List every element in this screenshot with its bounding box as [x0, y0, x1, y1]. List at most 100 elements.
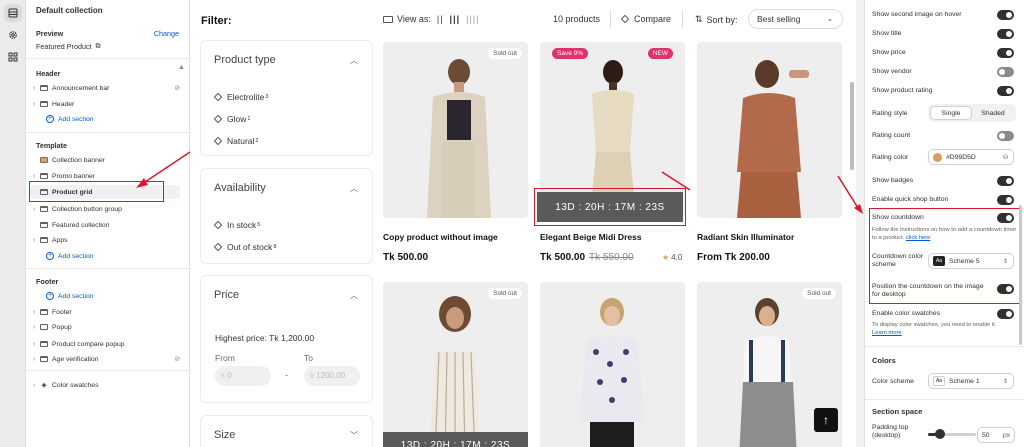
price-to-input[interactable]: ৳ 1200.00	[304, 366, 360, 386]
padding-slider-track[interactable]	[928, 429, 976, 439]
chevron-updown-icon: ⇕	[1002, 378, 1008, 385]
chevron-up-icon[interactable]: ︿	[350, 183, 358, 194]
view-2col-icon[interactable]: ||	[437, 14, 444, 24]
section-announcement-bar[interactable]: › Announcement bar ⊘	[30, 81, 180, 95]
preview-value[interactable]: Featured Product ⧉	[36, 42, 101, 51]
section-label: Product compare popup	[52, 340, 125, 348]
chevron-right-icon[interactable]: ›	[30, 206, 38, 213]
toggle-show-product-rating[interactable]	[997, 86, 1014, 96]
apps-icon[interactable]	[4, 48, 22, 66]
section-age-verification[interactable]: › Age verification ⊘	[30, 352, 180, 366]
add-section-label: Add section	[58, 292, 94, 300]
chevron-right-icon[interactable]: ›	[30, 382, 38, 389]
product-card-image[interactable]	[540, 282, 685, 447]
option-count: 2	[255, 138, 259, 144]
chevron-right-icon[interactable]: ›	[30, 85, 38, 92]
setting-label: Show second image on hover	[872, 11, 962, 18]
product-card-image[interactable]: Sold out	[383, 42, 528, 218]
toggle-show-title[interactable]	[997, 29, 1014, 39]
product-count: 10 products	[553, 14, 601, 24]
select-value: Scheme 1	[949, 377, 980, 385]
price-from-input[interactable]: ৳ 0	[215, 366, 271, 386]
chevron-right-icon[interactable]: ›	[30, 324, 38, 331]
section-apps[interactable]: › Apps	[30, 233, 180, 247]
filter-title-size[interactable]: Size	[214, 429, 235, 441]
rating-color-picker[interactable]: #D99D5D ⛁	[928, 149, 1014, 165]
setting-label: Enable quick shop button	[872, 196, 949, 203]
padding-top-input[interactable]: 50 px	[977, 427, 1015, 443]
compare-button[interactable]: Compare	[620, 14, 671, 24]
product-card-image[interactable]: Sold out	[383, 282, 528, 447]
filter-option-natural[interactable]: Natural 2	[213, 136, 259, 146]
section-color-swatches[interactable]: › ◈ Color swatches	[30, 378, 180, 392]
chevron-right-icon[interactable]: ›	[30, 173, 38, 180]
toggle-show-vendor[interactable]	[997, 67, 1014, 77]
color-value: #D99D5D	[946, 153, 976, 161]
sections-icon[interactable]	[4, 4, 22, 22]
compare-price: Tk 550.00	[589, 252, 634, 263]
chevron-right-icon[interactable]: ›	[30, 309, 38, 316]
popup-icon	[38, 324, 50, 330]
product-title[interactable]: Elegant Beige Midi Dress	[540, 232, 642, 242]
view-4col-icon[interactable]: ||||	[466, 14, 479, 24]
chevron-right-icon[interactable]: ›	[30, 237, 38, 244]
filter-title-price[interactable]: Price	[214, 289, 239, 301]
chevron-up-icon[interactable]: ︿	[350, 290, 358, 301]
filter-availability: Availability ︿ In stock 5 Out of stock 8	[200, 168, 373, 264]
save-badge: Save 9%	[552, 48, 589, 59]
to-label: To	[304, 353, 313, 363]
toggle-show-price[interactable]	[997, 48, 1014, 58]
eye-off-icon[interactable]: ⊘	[174, 355, 180, 363]
scroll-to-top-button[interactable]: ↑	[814, 408, 838, 432]
section-collection-button-group[interactable]: › Collection button group	[30, 202, 180, 216]
section-footer[interactable]: › Footer	[30, 305, 180, 319]
product-rating: ★ 4.0	[662, 253, 682, 262]
toggle-quick-shop[interactable]	[997, 195, 1014, 205]
gear-icon[interactable]	[4, 26, 22, 44]
preview-scrollbar[interactable]	[850, 82, 854, 170]
arrow-up-icon: ↑	[823, 413, 829, 427]
sort-select[interactable]: Best selling ⌄	[748, 9, 843, 29]
sale-price: Tk 500.00	[540, 252, 586, 263]
chevron-right-icon[interactable]: ›	[30, 341, 38, 348]
view-3col-icon[interactable]: |||	[450, 14, 461, 24]
add-section-button[interactable]: + Add section	[46, 115, 94, 123]
add-section-button[interactable]: + Add section	[46, 252, 94, 260]
section-product-compare-popup[interactable]: › Product compare popup	[30, 337, 180, 351]
setting-label: Show title	[872, 30, 902, 37]
change-link[interactable]: Change	[154, 29, 179, 38]
input-value: 50	[982, 431, 990, 439]
padding-slider-thumb[interactable]	[935, 429, 945, 439]
rating-style-shaded[interactable]: Shaded	[972, 106, 1014, 120]
product-title[interactable]: Radiant Skin Illuminator	[697, 232, 794, 242]
filter-option-out-of-stock[interactable]: Out of stock 8	[213, 242, 276, 252]
add-section-button[interactable]: + Add section	[46, 292, 94, 300]
chevron-right-icon[interactable]: ›	[30, 356, 38, 363]
collapse-icon[interactable]: ▲	[178, 62, 185, 71]
color-scheme-select[interactable]: Aa Scheme 1 ⇕	[928, 373, 1014, 389]
filter-option-glow[interactable]: Glow 1	[213, 114, 250, 124]
rating-style-single[interactable]: Single	[930, 106, 972, 120]
section-header[interactable]: › Header	[30, 97, 180, 111]
product-photo	[429, 296, 481, 447]
eye-off-icon[interactable]: ⊘	[174, 84, 180, 92]
learn-more-link[interactable]: Learn more	[872, 330, 902, 336]
setting-label: Show vendor	[872, 68, 912, 75]
toggle-show-second-image[interactable]	[997, 10, 1014, 20]
product-title[interactable]: Copy product without image	[383, 232, 498, 242]
toggle-color-swatches[interactable]	[997, 309, 1014, 319]
toggle-rating-count[interactable]	[997, 131, 1014, 141]
chevron-up-icon[interactable]: ︿	[350, 55, 358, 66]
toggle-show-badges[interactable]	[997, 176, 1014, 186]
filter-option-electrolite[interactable]: Electrolite 3	[213, 92, 268, 102]
filter-title-availability[interactable]: Availability	[214, 182, 266, 194]
section-popup[interactable]: › Popup	[30, 320, 180, 334]
section-featured-collection[interactable]: Featured collection	[30, 218, 180, 232]
panel-scrollbar[interactable]	[1019, 205, 1022, 345]
setting-label: Show badges	[872, 177, 914, 184]
chevron-down-icon[interactable]: ﹀	[350, 430, 358, 441]
filter-title-product-type[interactable]: Product type	[214, 54, 276, 66]
chevron-right-icon[interactable]: ›	[30, 101, 38, 108]
filter-option-in-stock[interactable]: In stock 5	[213, 220, 260, 230]
section-label: Header	[52, 100, 75, 108]
